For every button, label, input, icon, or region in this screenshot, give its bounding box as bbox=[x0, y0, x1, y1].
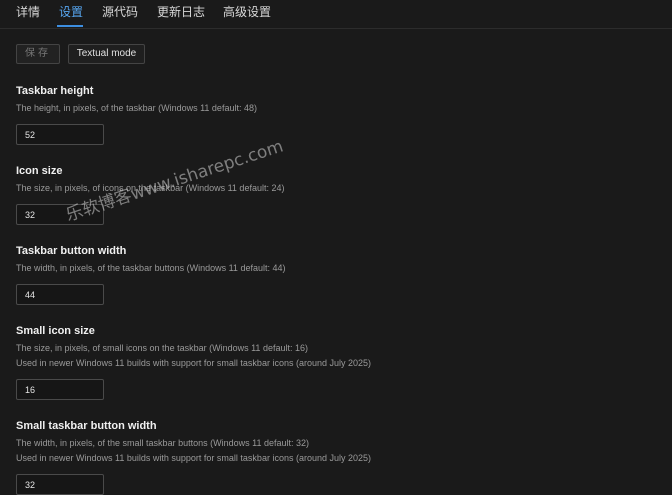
tab-advanced-settings[interactable]: 高级设置 bbox=[223, 3, 271, 20]
description-line: Used in newer Windows 11 builds with sup… bbox=[16, 453, 371, 463]
description-line: The width, in pixels, of the taskbar but… bbox=[16, 263, 286, 273]
small-taskbar-button-width-input[interactable] bbox=[16, 474, 104, 495]
setting-small-icon-size: Small icon size The size, in pixels, of … bbox=[16, 325, 371, 400]
description-line: Used in newer Windows 11 builds with sup… bbox=[16, 358, 371, 368]
tab-settings[interactable]: 设置 bbox=[59, 3, 83, 20]
description-line: The size, in pixels, of small icons on t… bbox=[16, 343, 308, 353]
setting-description: The height, in pixels, of the taskbar (W… bbox=[16, 101, 257, 116]
setting-small-taskbar-button-width: Small taskbar button width The width, in… bbox=[16, 420, 371, 495]
description-line: The height, in pixels, of the taskbar (W… bbox=[16, 103, 257, 113]
setting-description: The width, in pixels, of the taskbar but… bbox=[16, 261, 285, 276]
setting-title: Small icon size bbox=[16, 325, 95, 337]
tab-changelog[interactable]: 更新日志 bbox=[157, 3, 205, 20]
tab-bar: 详情 设置 源代码 更新日志 高级设置 bbox=[0, 0, 672, 29]
description-line: The width, in pixels, of the small taskb… bbox=[16, 438, 309, 448]
tab-details[interactable]: 详情 bbox=[16, 3, 40, 20]
setting-description: The width, in pixels, of the small taskb… bbox=[16, 436, 371, 466]
taskbar-height-input[interactable] bbox=[16, 124, 104, 145]
setting-title: Taskbar button width bbox=[16, 245, 127, 257]
active-tab-indicator bbox=[57, 25, 83, 27]
textual-mode-button[interactable]: Textual mode bbox=[68, 44, 145, 64]
save-button[interactable]: 保存 bbox=[16, 44, 60, 64]
taskbar-button-width-input[interactable] bbox=[16, 284, 104, 305]
setting-title: Small taskbar button width bbox=[16, 420, 157, 432]
setting-taskbar-button-width: Taskbar button width The width, in pixel… bbox=[16, 245, 285, 305]
tab-source-code[interactable]: 源代码 bbox=[102, 3, 138, 20]
small-icon-size-input[interactable] bbox=[16, 379, 104, 400]
setting-description: The size, in pixels, of small icons on t… bbox=[16, 341, 371, 371]
setting-taskbar-height: Taskbar height The height, in pixels, of… bbox=[16, 85, 257, 145]
setting-title: Taskbar height bbox=[16, 85, 94, 97]
